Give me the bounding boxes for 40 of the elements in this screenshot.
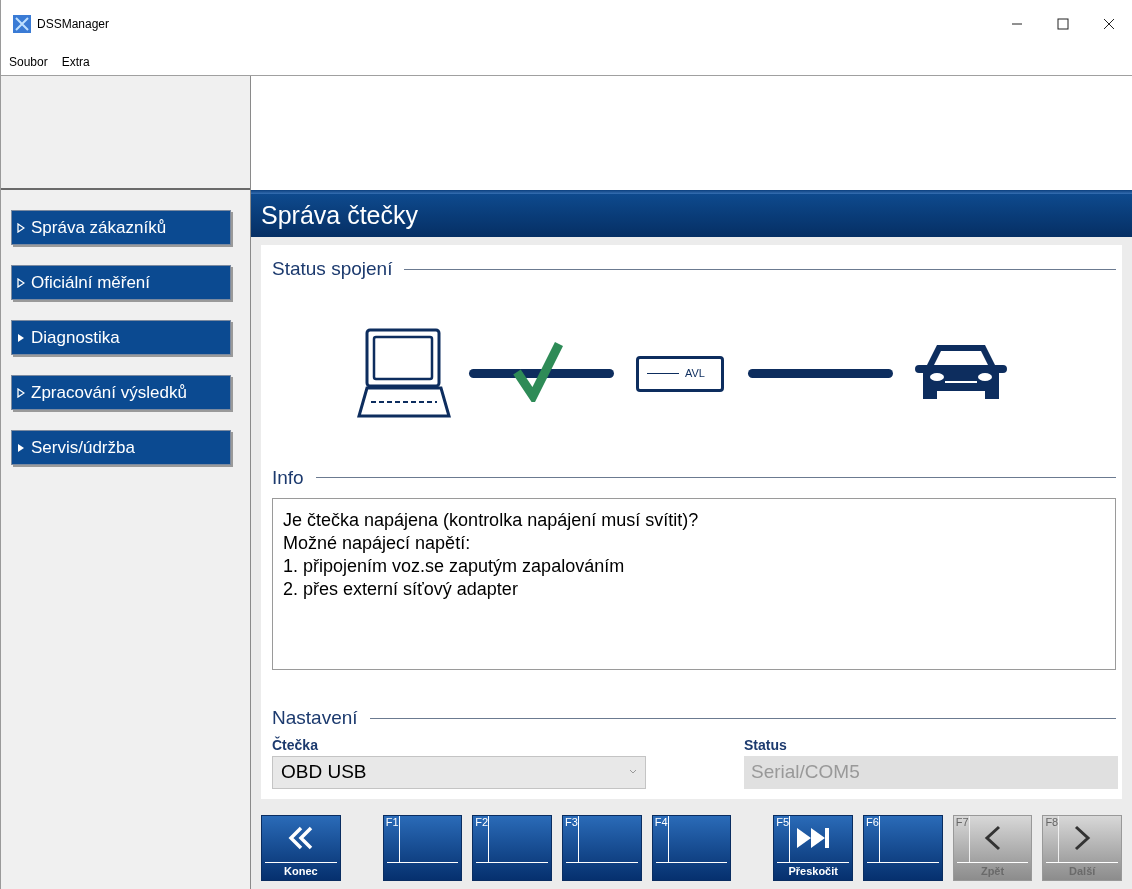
reader-dropdown[interactable]: OBD USB xyxy=(272,755,646,789)
fast-forward-icon xyxy=(795,827,832,850)
function-button[interactable]: F1 xyxy=(382,814,463,881)
maximize-icon xyxy=(1057,18,1069,30)
sidebar-item[interactable]: Diagnostika xyxy=(11,320,231,355)
triangle-outline-icon xyxy=(17,387,25,398)
function-button[interactable]: F6 xyxy=(863,814,943,881)
window-title: DSSManager xyxy=(37,16,110,33)
section-heading: Info xyxy=(272,465,304,490)
triangle-icon xyxy=(17,442,25,453)
sidebar-item[interactable]: Zpracování výsledků xyxy=(11,375,231,410)
triangle-icon xyxy=(17,332,25,343)
device-label: AVL xyxy=(685,366,705,382)
info-text: 2. přes externí síťový adapter xyxy=(283,578,519,601)
field-label: Čtečka xyxy=(272,735,319,755)
sidebar-item[interactable]: Servis/údržba xyxy=(11,430,231,465)
section-heading: Status spojení xyxy=(272,257,393,281)
page-title: Správa čtečky xyxy=(261,199,418,231)
menu-item[interactable]: Extra xyxy=(59,52,92,71)
triangle-outline-icon xyxy=(17,222,25,233)
sidebar-item[interactable]: Správa zákazníků xyxy=(11,210,231,245)
section-heading: Nastavení xyxy=(272,706,358,730)
laptop-icon xyxy=(357,327,451,420)
info-text: Je čtečka napájena (kontrolka napájení musí svítit)? xyxy=(283,509,700,532)
app-logo-icon xyxy=(13,15,31,33)
triangle-outline-icon xyxy=(17,277,25,288)
chevron-left-icon xyxy=(983,825,1002,852)
function-button[interactable]: Konec xyxy=(261,814,341,881)
chevron-right-icon xyxy=(1073,825,1092,852)
menu-item[interactable]: Soubor xyxy=(7,52,50,71)
function-button[interactable]: F5 Přeskočit xyxy=(773,814,854,881)
field-label: Status xyxy=(744,735,788,755)
sidebar-item[interactable]: Oficiální měření xyxy=(11,265,231,300)
info-text: Možné napájecí napětí: xyxy=(283,532,472,555)
double-chevron-left-icon xyxy=(287,826,314,851)
close-icon xyxy=(1103,18,1115,30)
function-button[interactable]: F2 xyxy=(472,814,552,881)
function-button[interactable]: F3 xyxy=(562,814,642,881)
function-button[interactable]: F4 xyxy=(651,814,732,881)
info-text: 1. připojením voz.se zaputým zapalováním xyxy=(283,555,626,578)
